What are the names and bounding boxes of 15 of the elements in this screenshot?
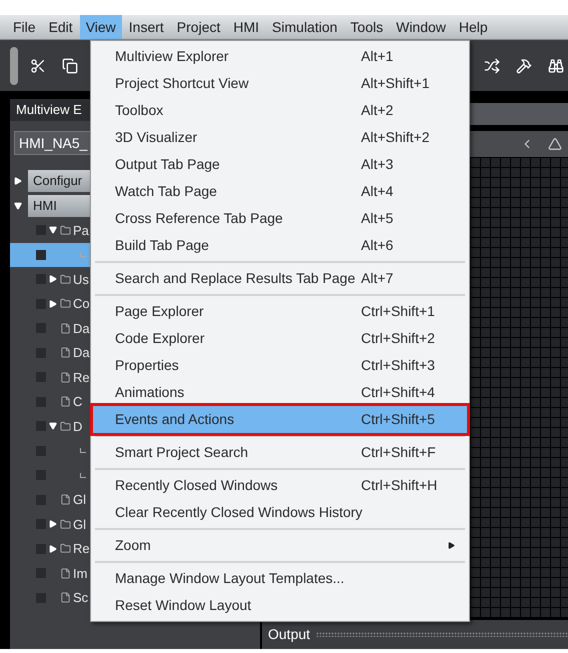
tree-item-label: Im (73, 564, 88, 582)
tree-item-label: Da (73, 320, 90, 338)
tree-item-label: C (73, 393, 82, 411)
tree-item-label: Pa (73, 222, 89, 240)
tree-item-label: Co (73, 295, 90, 313)
tree-item-label: Gl (73, 491, 86, 509)
tree-item-label: Gl (73, 516, 86, 534)
tree-item-label: Da (73, 344, 90, 362)
tree-item-label: Re (73, 368, 90, 386)
tree-item-label: Us (73, 270, 89, 288)
tree-item-label: D (73, 418, 82, 436)
output-title: Output (268, 625, 310, 644)
tree-item-label: Sc (73, 589, 88, 607)
tree-item-label: Re (73, 540, 90, 558)
panel-title: Multiview E (16, 101, 82, 120)
